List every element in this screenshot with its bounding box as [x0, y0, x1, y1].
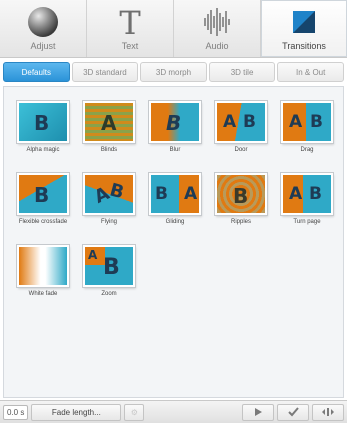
transitions-panel: B Alpha magic A Blinds B Blur A B Door A…	[3, 86, 344, 398]
waveform-icon	[204, 8, 230, 36]
transition-label: White fade	[28, 291, 58, 297]
tool-transitions-label: Transitions	[282, 41, 326, 51]
transition-white-fade[interactable]: White fade	[17, 245, 69, 298]
tab-3d-tile[interactable]: 3D tile	[208, 62, 276, 82]
zoom-thumbnail: A B	[83, 245, 135, 287]
letter-t-icon: T	[119, 5, 141, 39]
transition-turn-page[interactable]: A B Turn page	[281, 173, 333, 226]
sphere-icon	[28, 7, 58, 37]
transition-label: Blinds	[100, 147, 118, 153]
checkmark-icon	[287, 407, 299, 417]
tool-transitions[interactable]: Transitions	[261, 0, 347, 57]
transition-flexible-crossfade[interactable]: B Flexible crossfade	[17, 173, 69, 226]
transition-label: Flying	[100, 219, 117, 225]
transition-zoom[interactable]: A B Zoom	[83, 245, 135, 298]
fit-button[interactable]	[312, 403, 344, 421]
tool-audio-label: Audio	[205, 41, 229, 51]
tool-audio[interactable]: Audio	[174, 0, 261, 57]
flying-thumbnail: A B	[83, 173, 135, 215]
transition-label: Blur	[169, 147, 181, 153]
play-icon	[255, 408, 262, 416]
ripples-thumbnail: B	[215, 173, 267, 215]
drag-thumbnail: A B	[281, 101, 333, 143]
transition-label: Flexible crossfade	[18, 219, 68, 225]
transition-alpha-magic[interactable]: B Alpha magic	[17, 101, 69, 154]
apply-button[interactable]	[277, 403, 309, 421]
gliding-thumbnail: B A	[149, 173, 201, 215]
bottom-statusbar: 0.0 s Fade length... ⚙	[0, 400, 347, 423]
blinds-thumbnail: A	[83, 101, 135, 143]
tool-adjust-label: Adjust	[30, 41, 56, 51]
duration-field[interactable]: 0.0 s	[3, 404, 29, 420]
transition-square-icon	[293, 11, 315, 33]
transition-label: Turn page	[293, 219, 321, 225]
white-fade-thumbnail	[17, 245, 69, 287]
tool-text[interactable]: T Text	[87, 0, 174, 57]
transition-flying[interactable]: A B Flying	[83, 173, 135, 226]
transition-door[interactable]: A B Door	[215, 101, 267, 154]
flexible-crossfade-thumbnail: B	[17, 173, 69, 215]
fade-length-button[interactable]: Fade length...	[31, 403, 122, 421]
alpha-magic-thumbnail: B	[17, 101, 69, 143]
transition-drag[interactable]: A B Drag	[281, 101, 333, 154]
transition-gliding[interactable]: B A Gliding	[149, 173, 201, 226]
top-toolbar: Adjust T Text Audio Transitions	[0, 0, 347, 58]
tab-in-out[interactable]: In & Out	[277, 62, 344, 82]
tab-3d-standard[interactable]: 3D standard	[71, 62, 139, 82]
transition-label: Drag	[300, 147, 314, 153]
transition-ripples[interactable]: B Ripples	[215, 173, 267, 226]
expand-icon	[322, 408, 334, 416]
category-tabs: Defaults 3D standard 3D morph 3D tile In…	[0, 62, 347, 84]
tool-text-label: Text	[121, 41, 139, 51]
turn-page-thumbnail: A B	[281, 173, 333, 215]
tab-3d-morph[interactable]: 3D morph	[140, 62, 207, 82]
svg-text:T: T	[119, 5, 141, 39]
tab-defaults[interactable]: Defaults	[3, 62, 70, 82]
transition-label: Ripples	[230, 219, 251, 225]
transition-label: Zoom	[101, 291, 117, 297]
transition-blinds[interactable]: A Blinds	[83, 101, 135, 154]
transition-label: Alpha magic	[26, 147, 60, 153]
gear-icon: ⚙	[130, 407, 138, 417]
door-thumbnail: A B	[215, 101, 267, 143]
tool-adjust[interactable]: Adjust	[0, 0, 87, 57]
transition-label: Gliding	[165, 219, 185, 225]
blur-thumbnail: B	[149, 101, 201, 143]
settings-button[interactable]: ⚙	[124, 403, 145, 421]
transition-label: Door	[234, 147, 248, 153]
transition-blur[interactable]: B Blur	[149, 101, 201, 154]
play-button[interactable]	[242, 403, 274, 421]
